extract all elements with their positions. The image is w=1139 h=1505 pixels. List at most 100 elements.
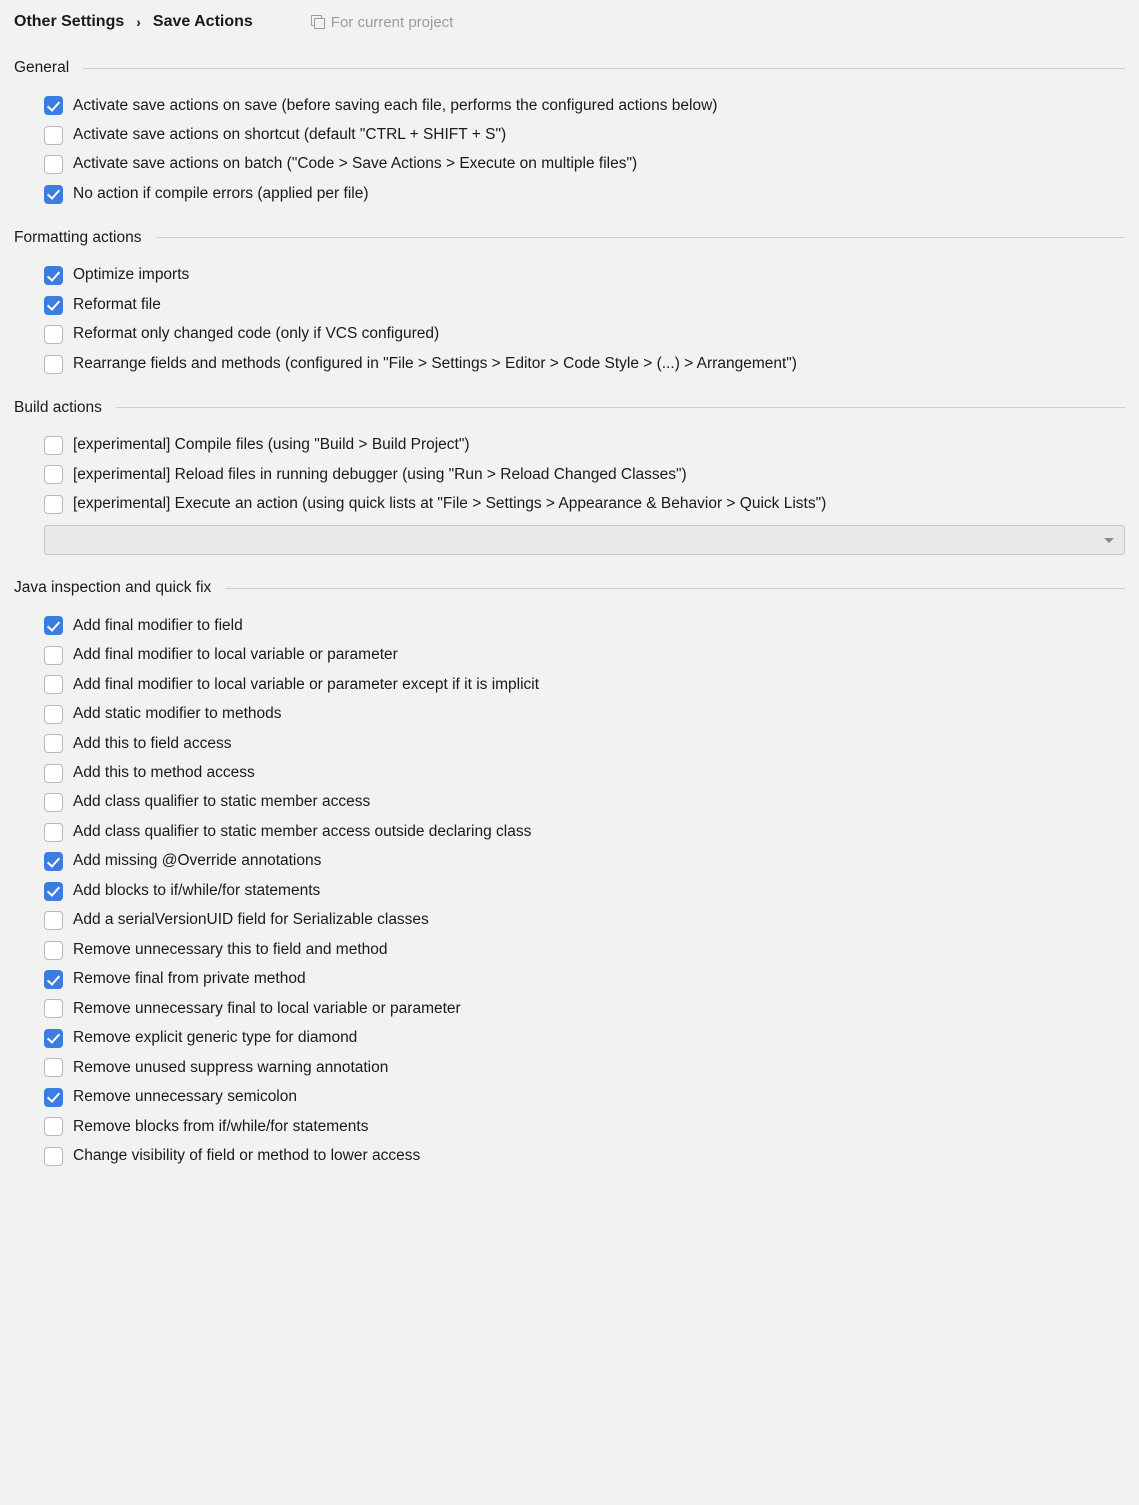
option-remove-generic: Remove explicit generic type for diamond bbox=[44, 1024, 1125, 1053]
checkbox-change-visibility[interactable] bbox=[44, 1147, 63, 1166]
option-rearrange-fields: Rearrange fields and methods (configured… bbox=[44, 349, 1125, 378]
label-class-qualifier: Add class qualifier to static member acc… bbox=[73, 791, 370, 813]
checkbox-reformat-changed[interactable] bbox=[44, 325, 63, 344]
label-override: Add missing @Override annotations bbox=[73, 850, 321, 872]
checkbox-no-action-if-errors[interactable] bbox=[44, 185, 63, 204]
checkbox-activate-on-batch[interactable] bbox=[44, 155, 63, 174]
checkbox-static-methods[interactable] bbox=[44, 705, 63, 724]
divider bbox=[225, 588, 1125, 589]
section-title: Java inspection and quick fix bbox=[14, 579, 211, 597]
option-remove-suppress: Remove unused suppress warning annotatio… bbox=[44, 1053, 1125, 1082]
checkbox-remove-blocks[interactable] bbox=[44, 1117, 63, 1136]
option-static-methods: Add static modifier to methods bbox=[44, 700, 1125, 729]
section-formatting: Formatting actions Optimize imports Refor… bbox=[14, 229, 1125, 379]
label-reformat-file: Reformat file bbox=[73, 294, 161, 316]
checkbox-blocks[interactable] bbox=[44, 882, 63, 901]
options-java: Add final modifier to field Add final mod… bbox=[14, 611, 1125, 1171]
label-no-action-if-errors: No action if compile errors (applied per… bbox=[73, 183, 368, 205]
checkbox-remove-final-private[interactable] bbox=[44, 970, 63, 989]
options-build: [experimental] Compile files (using "Bui… bbox=[14, 431, 1125, 519]
divider bbox=[116, 407, 1125, 408]
option-final-local-implicit: Add final modifier to local variable or … bbox=[44, 670, 1125, 699]
label-reformat-changed: Reformat only changed code (only if VCS … bbox=[73, 323, 439, 345]
option-optimize-imports: Optimize imports bbox=[44, 261, 1125, 290]
option-final-field: Add final modifier to field bbox=[44, 611, 1125, 640]
section-header-build: Build actions bbox=[14, 399, 1125, 417]
label-remove-semicolon: Remove unnecessary semicolon bbox=[73, 1086, 297, 1108]
option-this-field: Add this to field access bbox=[44, 729, 1125, 758]
section-title: General bbox=[14, 59, 69, 77]
checkbox-serial-uid[interactable] bbox=[44, 911, 63, 930]
section-header-java: Java inspection and quick fix bbox=[14, 579, 1125, 597]
checkbox-rearrange-fields[interactable] bbox=[44, 355, 63, 374]
options-formatting: Optimize imports Reformat file Reformat on… bbox=[14, 261, 1125, 379]
label-blocks: Add blocks to if/while/for statements bbox=[73, 880, 320, 902]
breadcrumb-root: Other Settings bbox=[14, 13, 124, 31]
checkbox-reload-files[interactable] bbox=[44, 465, 63, 484]
label-final-field: Add final modifier to field bbox=[73, 615, 243, 637]
checkbox-final-local[interactable] bbox=[44, 646, 63, 665]
label-reload-files: [experimental] Reload files in running d… bbox=[73, 464, 687, 486]
option-activate-on-save: Activate save actions on save (before sa… bbox=[44, 91, 1125, 120]
section-build: Build actions [experimental] Compile fil… bbox=[14, 399, 1125, 559]
project-scope-label: For current project bbox=[311, 14, 454, 31]
option-serial-uid: Add a serialVersionUID field for Seriali… bbox=[44, 906, 1125, 935]
option-class-qualifier: Add class qualifier to static member acc… bbox=[44, 788, 1125, 817]
label-activate-on-shortcut: Activate save actions on shortcut (defau… bbox=[73, 124, 506, 146]
checkbox-remove-suppress[interactable] bbox=[44, 1058, 63, 1077]
checkbox-remove-final-local[interactable] bbox=[44, 999, 63, 1018]
quick-list-dropdown[interactable] bbox=[44, 525, 1125, 555]
label-class-qualifier-outside: Add class qualifier to static member acc… bbox=[73, 821, 531, 843]
option-remove-final-private: Remove final from private method bbox=[44, 965, 1125, 994]
chevron-down-icon bbox=[1104, 538, 1114, 543]
checkbox-remove-this[interactable] bbox=[44, 941, 63, 960]
checkbox-execute-action[interactable] bbox=[44, 495, 63, 514]
divider bbox=[156, 237, 1126, 238]
option-reload-files: [experimental] Reload files in running d… bbox=[44, 460, 1125, 489]
section-title: Formatting actions bbox=[14, 229, 142, 247]
option-reformat-changed: Reformat only changed code (only if VCS … bbox=[44, 320, 1125, 349]
checkbox-activate-on-shortcut[interactable] bbox=[44, 126, 63, 145]
label-remove-final-private: Remove final from private method bbox=[73, 968, 306, 990]
divider bbox=[83, 68, 1125, 69]
breadcrumb: Other Settings › Save Actions For curren… bbox=[14, 13, 1125, 31]
label-serial-uid: Add a serialVersionUID field for Seriali… bbox=[73, 909, 429, 931]
label-static-methods: Add static modifier to methods bbox=[73, 703, 282, 725]
checkbox-final-local-implicit[interactable] bbox=[44, 675, 63, 694]
section-title: Build actions bbox=[14, 399, 102, 417]
label-activate-on-save: Activate save actions on save (before sa… bbox=[73, 95, 717, 117]
section-java: Java inspection and quick fix Add final … bbox=[14, 579, 1125, 1171]
checkbox-class-qualifier[interactable] bbox=[44, 793, 63, 812]
checkbox-override[interactable] bbox=[44, 852, 63, 871]
option-remove-semicolon: Remove unnecessary semicolon bbox=[44, 1083, 1125, 1112]
label-optimize-imports: Optimize imports bbox=[73, 264, 189, 286]
label-remove-this: Remove unnecessary this to field and met… bbox=[73, 939, 387, 961]
label-remove-blocks: Remove blocks from if/while/for statemen… bbox=[73, 1116, 368, 1138]
label-this-method: Add this to method access bbox=[73, 762, 255, 784]
section-header-general: General bbox=[14, 59, 1125, 77]
checkbox-this-method[interactable] bbox=[44, 764, 63, 783]
checkbox-optimize-imports[interactable] bbox=[44, 266, 63, 285]
option-compile-files: [experimental] Compile files (using "Bui… bbox=[44, 431, 1125, 460]
label-remove-generic: Remove explicit generic type for diamond bbox=[73, 1027, 357, 1049]
option-override: Add missing @Override annotations bbox=[44, 847, 1125, 876]
checkbox-final-field[interactable] bbox=[44, 616, 63, 635]
checkbox-compile-files[interactable] bbox=[44, 436, 63, 455]
section-general: General Activate save actions on save (b… bbox=[14, 59, 1125, 209]
options-general: Activate save actions on save (before sa… bbox=[14, 91, 1125, 209]
checkbox-reformat-file[interactable] bbox=[44, 296, 63, 315]
label-execute-action: [experimental] Execute an action (using … bbox=[73, 493, 826, 515]
checkbox-class-qualifier-outside[interactable] bbox=[44, 823, 63, 842]
checkbox-this-field[interactable] bbox=[44, 734, 63, 753]
checkbox-activate-on-save[interactable] bbox=[44, 96, 63, 115]
option-remove-this: Remove unnecessary this to field and met… bbox=[44, 935, 1125, 964]
label-activate-on-batch: Activate save actions on batch ("Code > … bbox=[73, 153, 637, 175]
option-remove-blocks: Remove blocks from if/while/for statemen… bbox=[44, 1112, 1125, 1141]
checkbox-remove-semicolon[interactable] bbox=[44, 1088, 63, 1107]
checkbox-remove-generic[interactable] bbox=[44, 1029, 63, 1048]
option-reformat-file: Reformat file bbox=[44, 290, 1125, 319]
section-header-formatting: Formatting actions bbox=[14, 229, 1125, 247]
chevron-right-icon: › bbox=[136, 14, 141, 30]
breadcrumb-leaf: Save Actions bbox=[153, 13, 253, 31]
copy-icon bbox=[311, 15, 325, 29]
